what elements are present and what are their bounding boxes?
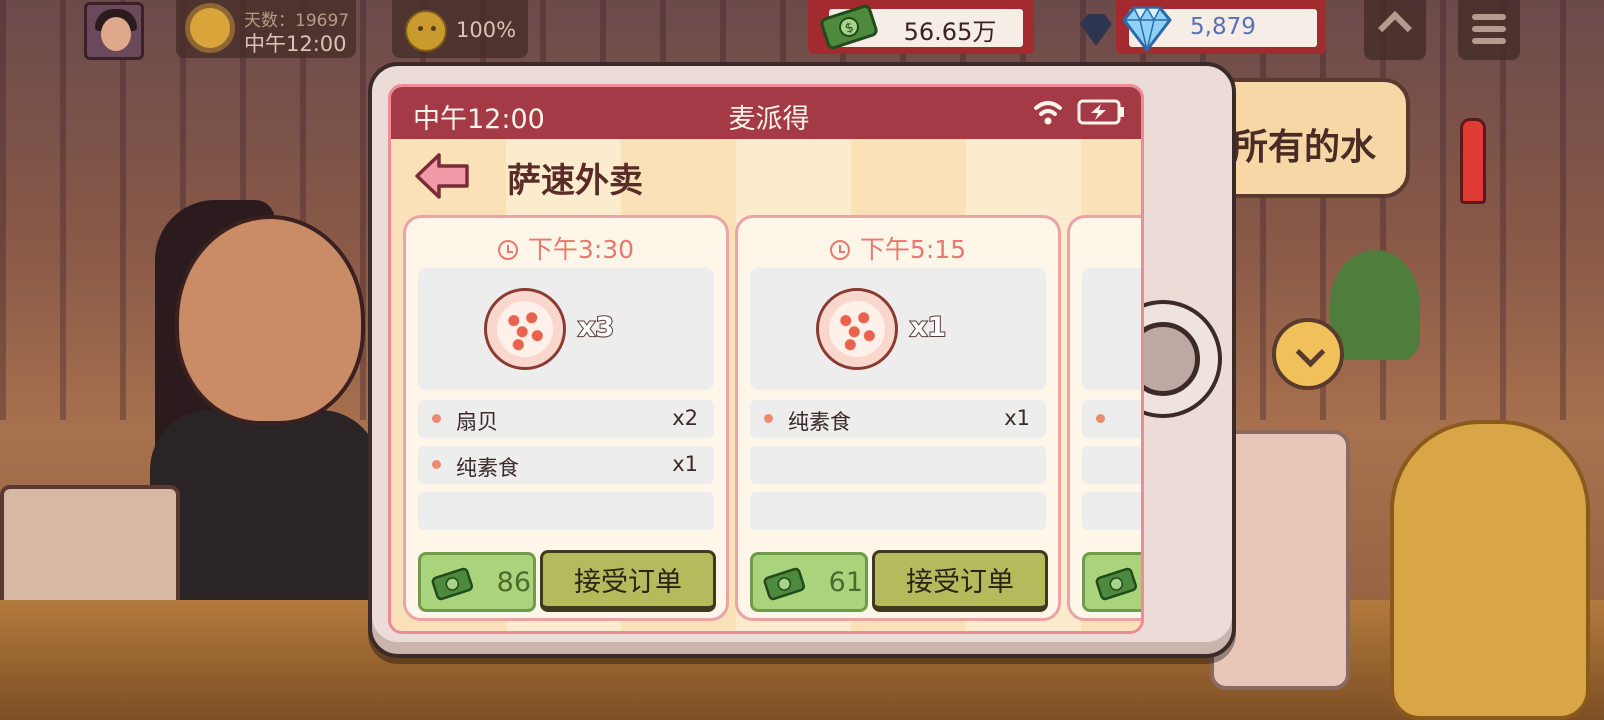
topping-row: 扇贝 x2	[418, 400, 714, 438]
plant-decoration	[1330, 250, 1420, 360]
topping-row	[1082, 400, 1141, 438]
reward-amount: 61	[828, 567, 863, 598]
pizza-icon	[816, 288, 898, 370]
cash-icon	[1095, 567, 1137, 601]
topping-qty: x1	[1004, 406, 1030, 430]
topping-row: 纯素食 x1	[750, 400, 1046, 438]
wifi-icon	[1034, 101, 1062, 125]
main-menu-button[interactable]	[1458, 0, 1520, 60]
empty-topping-row	[1082, 446, 1141, 484]
collapse-hud-button[interactable]	[1364, 0, 1426, 60]
up-arrow-icon	[1378, 11, 1412, 45]
order-reward: 86	[418, 552, 536, 612]
order-reward	[1082, 552, 1141, 612]
empty-topping-row	[418, 492, 714, 530]
sun-icon	[190, 8, 230, 48]
chevron-down-icon[interactable]	[1272, 318, 1344, 390]
gem-amount: 5,879	[1190, 14, 1256, 40]
topping-row: 纯素食 x1	[418, 446, 714, 484]
mood-percent: 100%	[456, 18, 517, 42]
cash-icon	[431, 567, 473, 601]
order-card: 下午5:15 x1 纯素食 x1 61 接受订单	[735, 215, 1061, 621]
diamond-icon	[1122, 6, 1172, 53]
topping-qty: x2	[672, 406, 698, 430]
pizza-icon	[484, 288, 566, 370]
customer-body	[150, 410, 380, 610]
order-card-partial	[1067, 215, 1141, 621]
cash-icon: $	[820, 4, 878, 50]
alert-icon[interactable]	[1460, 118, 1486, 204]
reward-amount: 86	[496, 567, 531, 598]
order-reward: 61	[750, 552, 868, 612]
customer-avatar	[175, 215, 365, 425]
phone-screen: 中午12:00 麦派得 萨速外卖 下午3:30 x3 扇贝 x2 纯素食 x1 …	[388, 84, 1144, 634]
order-deadline: 下午5:15	[738, 230, 1058, 266]
player-avatar[interactable]	[84, 2, 144, 60]
accept-order-button[interactable]: 接受订单	[540, 550, 716, 612]
empty-topping-row	[1082, 492, 1141, 530]
back-arrow-icon[interactable]	[413, 151, 471, 201]
menu-icon	[1472, 14, 1506, 50]
app-title: 萨速外卖	[507, 161, 643, 201]
topping-qty: x1	[672, 452, 698, 476]
accept-order-button[interactable]: 接受订单	[872, 550, 1048, 612]
clock-icon	[497, 240, 518, 260]
money-amount: 56.65万	[903, 18, 997, 46]
battery-charging-icon	[1077, 99, 1124, 125]
empty-topping-row	[750, 446, 1046, 484]
speech-bubble-text: 所有的水	[1232, 127, 1377, 168]
mood-face-icon	[405, 10, 447, 52]
empty-topping-row	[750, 492, 1046, 530]
order-deadline: 下午3:30	[406, 230, 726, 266]
dark-diamond-icon	[1080, 14, 1112, 46]
topping-name: 纯素食	[456, 456, 519, 480]
dish-quantity: x1	[909, 311, 947, 344]
dish-panel: x1	[750, 268, 1046, 390]
topping-name: 纯素食	[788, 410, 851, 434]
order-card: 下午3:30 x3 扇贝 x2 纯素食 x1 86 接受订单	[403, 215, 729, 621]
dish-quantity: x3	[577, 311, 615, 344]
clock-icon	[829, 240, 850, 260]
hud-time: 中午12:00	[244, 32, 347, 56]
dish-panel	[1082, 268, 1141, 390]
cash-icon	[763, 567, 805, 601]
dish-panel: x3	[418, 268, 714, 390]
gold-statue	[1390, 420, 1590, 720]
topping-name: 扇贝	[456, 410, 498, 434]
phone-status-bar: 中午12:00 麦派得	[391, 87, 1141, 139]
app-header	[391, 139, 1141, 209]
